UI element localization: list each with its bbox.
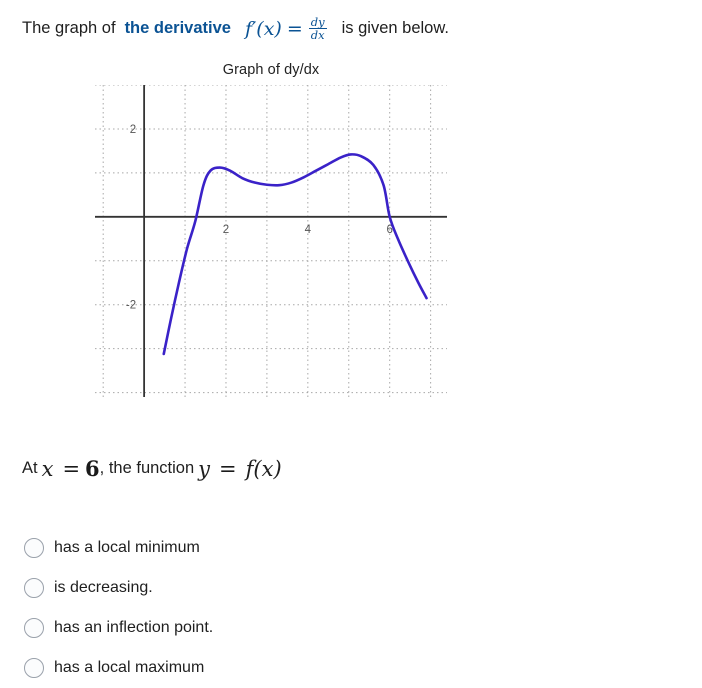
svg-text:2: 2 <box>223 224 229 236</box>
axes <box>95 85 447 397</box>
equals-sign: = <box>286 17 303 40</box>
prompt-lead: The graph of <box>22 19 116 37</box>
choice-local-minimum[interactable]: has a local minimum <box>24 528 424 568</box>
choice-is-decreasing[interactable]: is decreasing. <box>24 568 424 608</box>
question-value: 6 <box>85 456 100 481</box>
derivative-equation: f′(x) = dy dx <box>245 16 328 42</box>
prompt-tail: is given below. <box>341 19 449 37</box>
question-middle: , the function <box>99 459 195 477</box>
question-variable: x <box>41 456 54 481</box>
fraction-denominator: dx <box>308 28 327 43</box>
derivative-graph-figure: Graph of dy/dx 2 4 6 2 -2 <box>95 62 447 402</box>
derivative-plot: 2 4 62-2 <box>95 85 447 397</box>
choice-inflection-point[interactable]: has an inflection point. <box>24 608 424 648</box>
grid-lines <box>95 85 447 397</box>
question-fx: f(x) <box>245 456 282 481</box>
dy-dx-fraction: dy dx <box>308 15 327 43</box>
answer-choices: has a local minimum is decreasing. has an … <box>24 528 424 688</box>
radio-button-inflection-point[interactable] <box>24 618 44 638</box>
derivative-curve <box>162 153 428 356</box>
radio-button-is-decreasing[interactable] <box>24 578 44 598</box>
prompt-emphasis: the derivative <box>124 19 231 37</box>
fraction-numerator: dy <box>310 15 325 29</box>
svg-text:4: 4 <box>305 224 312 236</box>
choice-label: has a local minimum <box>54 539 200 556</box>
choice-label: has an inflection point. <box>54 619 214 636</box>
radio-button-local-minimum[interactable] <box>24 538 44 558</box>
question-equals: = <box>62 456 81 481</box>
question-at: At <box>22 459 38 477</box>
figure-title: Graph of dy/dx <box>222 62 320 78</box>
tick-labels: 2 4 62-2 <box>126 124 393 312</box>
question-y: y <box>198 456 211 481</box>
choice-local-maximum[interactable]: has a local maximum <box>24 648 424 688</box>
prompt-line: The graph of the derivative f′(x) = dy d… <box>22 16 449 42</box>
question-line: At x = 6 , the function y = f(x) <box>22 456 286 481</box>
choice-label: is decreasing. <box>54 579 153 596</box>
f-prime-x: f′(x) <box>244 17 282 40</box>
radio-button-local-maximum[interactable] <box>24 658 44 678</box>
question-equals-2: = <box>219 456 237 481</box>
svg-text:2: 2 <box>130 124 136 136</box>
choice-label: has a local maximum <box>54 659 205 676</box>
svg-text:-2: -2 <box>126 300 136 312</box>
